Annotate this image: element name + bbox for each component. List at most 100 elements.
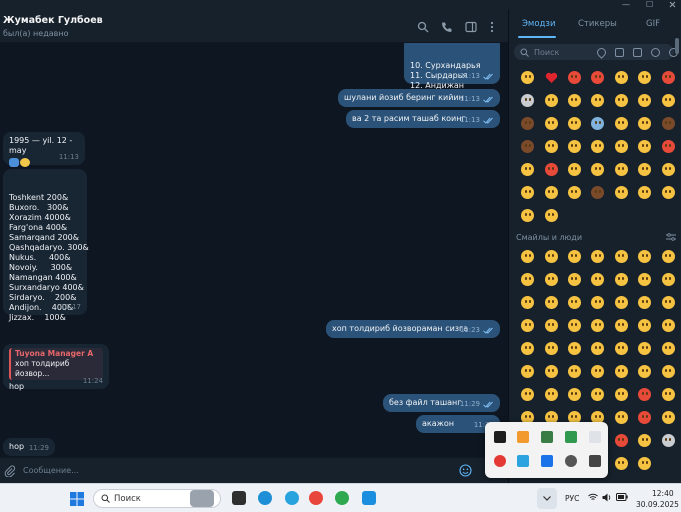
- usb-icon[interactable]: [589, 431, 601, 443]
- shield-tray-icon[interactable]: [541, 455, 553, 467]
- emoji-item[interactable]: [633, 245, 656, 268]
- emoji-item[interactable]: [610, 135, 633, 158]
- emoji-item[interactable]: [633, 66, 656, 89]
- emoji-item[interactable]: [516, 245, 539, 268]
- emoji-item[interactable]: [586, 135, 609, 158]
- emoji-item[interactable]: [539, 89, 562, 112]
- emoji-icon[interactable]: [459, 464, 472, 477]
- phone-icon[interactable]: [441, 21, 453, 33]
- emoji-item[interactable]: [656, 89, 679, 112]
- chrome-profile-icon[interactable]: [335, 491, 349, 505]
- emoji-item[interactable]: [563, 135, 586, 158]
- yandex-icon[interactable]: [494, 455, 506, 467]
- tab-stickers[interactable]: Стикеры: [578, 19, 617, 29]
- windows-start-icon[interactable]: [70, 492, 84, 506]
- emoji-item[interactable]: [539, 360, 562, 383]
- emoji-item[interactable]: [610, 337, 633, 360]
- emoji-item[interactable]: [563, 245, 586, 268]
- message-list[interactable]: 10. Сурхандарья 11. Сырдарья 12. Андижан…: [0, 43, 508, 457]
- task-view-icon[interactable]: [232, 491, 246, 505]
- emoji-item[interactable]: [516, 135, 539, 158]
- google-drive-icon[interactable]: [565, 431, 577, 443]
- emoji-item[interactable]: [563, 314, 586, 337]
- emoji-item[interactable]: [586, 268, 609, 291]
- settings-sliders-icon[interactable]: [666, 233, 676, 241]
- emoji-item[interactable]: [563, 66, 586, 89]
- emoji-item[interactable]: [563, 112, 586, 135]
- emoji-item[interactable]: [656, 360, 679, 383]
- emoji-item[interactable]: [516, 337, 539, 360]
- maximize-button[interactable]: ☐: [646, 0, 653, 9]
- message-input[interactable]: Сообщение...: [23, 466, 79, 475]
- emoji-item[interactable]: [539, 383, 562, 406]
- emoji-item[interactable]: [586, 314, 609, 337]
- input-language[interactable]: РУС: [565, 494, 579, 503]
- emoji-item[interactable]: [656, 314, 679, 337]
- emoji-item[interactable]: [610, 89, 633, 112]
- emoji-item[interactable]: [516, 314, 539, 337]
- emoji-item[interactable]: [610, 66, 633, 89]
- emoji-item[interactable]: [563, 360, 586, 383]
- nvidia-icon[interactable]: [494, 431, 506, 443]
- emoji-item[interactable]: [539, 158, 562, 181]
- emoji-item[interactable]: [563, 383, 586, 406]
- emoji-item[interactable]: [656, 268, 679, 291]
- emoji-item[interactable]: [610, 360, 633, 383]
- message-bubble[interactable]: hop 11:29: [3, 438, 55, 456]
- emoji-item[interactable]: [610, 268, 633, 291]
- emoji-item[interactable]: [633, 181, 656, 204]
- emoji-item[interactable]: [516, 291, 539, 314]
- emoji-item[interactable]: [610, 314, 633, 337]
- edge-icon[interactable]: [258, 491, 272, 505]
- emoji-item[interactable]: [633, 89, 656, 112]
- emoji-item[interactable]: [633, 429, 656, 452]
- emoji-item[interactable]: [656, 429, 679, 452]
- emoji-item[interactable]: [656, 158, 679, 181]
- emoji-item[interactable]: [516, 89, 539, 112]
- emoji-item[interactable]: [586, 291, 609, 314]
- network-tray-icon[interactable]: [565, 455, 577, 467]
- emoji-item[interactable]: [610, 452, 633, 475]
- emoji-item[interactable]: [633, 158, 656, 181]
- emoji-item[interactable]: [539, 204, 562, 227]
- emoji-item[interactable]: [633, 135, 656, 158]
- smile-icon[interactable]: [651, 48, 660, 57]
- volume-icon[interactable]: [602, 493, 612, 502]
- emoji-item[interactable]: [656, 291, 679, 314]
- emoji-item[interactable]: [633, 406, 656, 429]
- emoji-item[interactable]: [586, 181, 609, 204]
- emoji-item[interactable]: [656, 181, 679, 204]
- telegram-taskbar-icon[interactable]: [285, 491, 299, 505]
- emoji-item[interactable]: [516, 158, 539, 181]
- emoji-item[interactable]: [633, 337, 656, 360]
- emoji-item[interactable]: [610, 429, 633, 452]
- tab-gif[interactable]: GIF: [646, 19, 660, 29]
- tab-emoji[interactable]: Эмодзи: [522, 19, 555, 29]
- emoji-item[interactable]: [633, 291, 656, 314]
- app-tray-icon[interactable]: [517, 431, 529, 443]
- emoji-item[interactable]: [586, 383, 609, 406]
- chrome-icon[interactable]: [309, 491, 323, 505]
- emoji-item[interactable]: [586, 337, 609, 360]
- emoji-item[interactable]: [586, 112, 609, 135]
- emoji-item[interactable]: [656, 66, 679, 89]
- emoji-item[interactable]: [539, 135, 562, 158]
- chat-title[interactable]: Жумабек Гулбоев: [3, 15, 103, 26]
- emoji-item[interactable]: [539, 337, 562, 360]
- emoji-item[interactable]: [610, 383, 633, 406]
- emoji-item[interactable]: [563, 291, 586, 314]
- emoji-item[interactable]: [516, 112, 539, 135]
- emoji-item[interactable]: [633, 112, 656, 135]
- emoji-item[interactable]: [563, 181, 586, 204]
- heart-icon[interactable]: [595, 46, 608, 59]
- emoji-item[interactable]: [539, 245, 562, 268]
- clock-date[interactable]: 30.09.2025: [636, 500, 679, 509]
- emoji-item[interactable]: [563, 89, 586, 112]
- emoji-item[interactable]: [563, 158, 586, 181]
- message-bubble[interactable]: шулани йозиб беринг кийин 11:13: [338, 89, 500, 107]
- emoji-item[interactable]: [656, 406, 679, 429]
- emoji-item[interactable]: [539, 181, 562, 204]
- emoji-item[interactable]: [610, 291, 633, 314]
- emoji-item[interactable]: [539, 268, 562, 291]
- emoji-item[interactable]: [610, 406, 633, 429]
